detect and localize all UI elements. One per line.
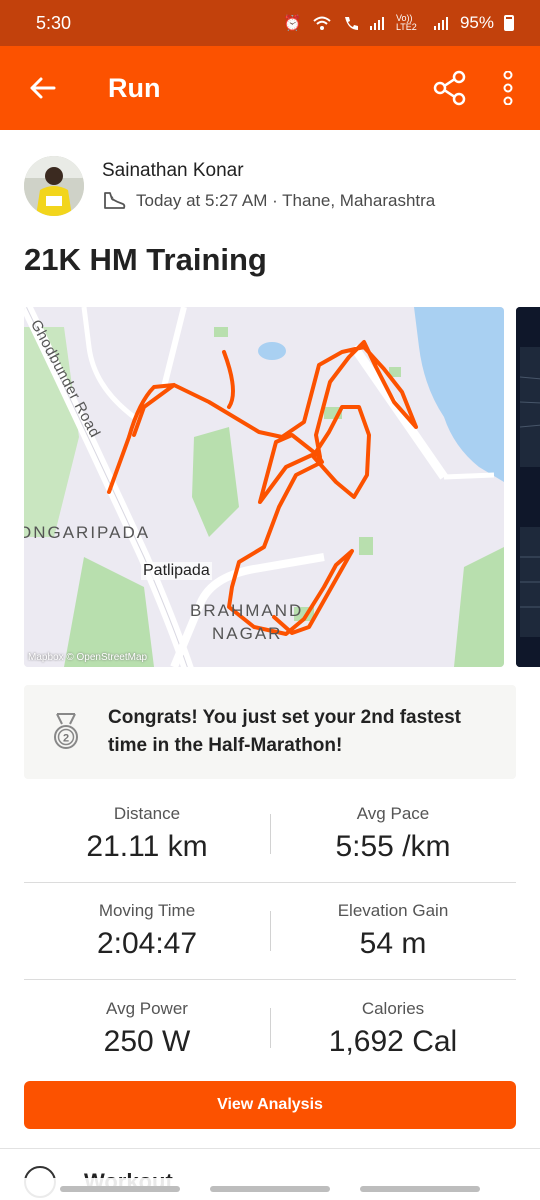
stat-value: 5:55 /km	[335, 830, 451, 863]
share-icon	[433, 70, 466, 106]
stats-row: Distance 21.11 km Avg Pace 5:55 /km	[24, 786, 516, 883]
back-button[interactable]	[0, 46, 84, 130]
athlete-meta: Today at 5:27 AM · Thane, Maharashtra	[102, 190, 435, 212]
stats-row: Avg Power 250 W Calories 1,692 Cal	[24, 980, 516, 1077]
achievement-banner[interactable]: 2 Congrats! You just set your 2nd fastes…	[24, 685, 516, 779]
stat-value: 21.11 km	[86, 830, 208, 863]
more-button[interactable]	[480, 46, 536, 130]
stat-label: Distance	[113, 804, 181, 823]
chart-thumbnail	[516, 307, 540, 667]
stat-divider	[270, 1008, 271, 1048]
call-icon	[344, 17, 358, 30]
stat-calories: Calories 1,692 Cal	[270, 999, 516, 1059]
medal-rank: 2	[63, 733, 69, 745]
medal-icon: 2	[54, 713, 78, 749]
network-label: Vo)) LTE2	[395, 13, 417, 32]
wifi-icon	[313, 16, 331, 30]
status-bar: 5:30 ⏰ Vo)) LTE2 95%	[0, 0, 540, 46]
stat-avg-power: Avg Power 250 W	[24, 999, 270, 1059]
stats-row: Moving Time 2:04:47 Elevation Gain 54 m	[24, 883, 516, 980]
map-label-area1: ONGARIPADA	[24, 523, 151, 542]
nav-back-handle[interactable]	[360, 1186, 480, 1192]
map-label-area3-line1: BRAHMAND	[190, 601, 304, 620]
view-analysis-button[interactable]: View Analysis	[24, 1081, 516, 1129]
stat-value: 1,692 Cal	[328, 1024, 458, 1058]
pond	[258, 342, 286, 360]
activity-title: 21K HM Training	[24, 242, 267, 277]
stat-value: 250 W	[103, 1024, 191, 1058]
signal-icon-2	[433, 17, 448, 30]
athlete-name[interactable]: Sainathan Konar	[102, 160, 435, 182]
route-map[interactable]: Ghodbunder Road ONGARIPADA Patlipada BRA…	[24, 307, 504, 667]
next-media-peek[interactable]	[516, 307, 540, 667]
stat-label: Moving Time	[98, 901, 196, 920]
battery-percent: 95%	[459, 13, 494, 32]
share-button[interactable]	[420, 46, 480, 130]
battery-icon	[504, 15, 514, 31]
signal-icon	[369, 17, 384, 30]
avatar[interactable]	[24, 156, 84, 216]
stat-distance: Distance 21.11 km	[24, 804, 270, 864]
app-bar: Run	[0, 46, 540, 130]
stat-label: Calories	[361, 998, 425, 1018]
stat-value: 54 m	[359, 927, 427, 960]
status-time: 5:30	[36, 12, 72, 33]
stat-label: Avg Pace	[356, 804, 430, 823]
stat-divider	[270, 814, 271, 854]
avatar-image	[24, 156, 84, 216]
app-actions	[420, 46, 540, 130]
athlete-header[interactable]: Sainathan Konar Today at 5:27 AM · Thane…	[24, 154, 516, 218]
page-title: Run	[108, 72, 161, 103]
stat-label: Avg Power	[106, 998, 188, 1018]
nav-recents-handle[interactable]	[60, 1186, 180, 1192]
nav-home-handle[interactable]	[210, 1186, 330, 1192]
map-credit: Mapbox © OpenStreetMap	[28, 652, 148, 663]
status-icons: ⏰ Vo)) LTE2 95%	[283, 13, 514, 33]
stat-divider	[270, 911, 271, 951]
stats-grid: Distance 21.11 km Avg Pace 5:55 /km Movi…	[24, 786, 516, 1077]
stat-elevation-gain: Elevation Gain 54 m	[270, 901, 516, 961]
arrow-left-icon	[30, 77, 56, 99]
athlete-info: Sainathan Konar Today at 5:27 AM · Thane…	[102, 160, 435, 212]
alarm-icon: ⏰	[283, 15, 302, 32]
more-vertical-icon	[503, 71, 513, 105]
map-label-area2: Patlipada	[141, 562, 212, 580]
stat-moving-time: Moving Time 2:04:47	[24, 901, 270, 961]
activity-meta-text: Today at 5:27 AM · Thane, Maharashtra	[136, 191, 436, 210]
shoe-icon	[104, 192, 126, 209]
stat-value: 2:04:47	[96, 927, 198, 960]
system-nav-bar	[0, 1178, 540, 1200]
stat-label: Elevation Gain	[337, 901, 449, 920]
stat-avg-pace: Avg Pace 5:55 /km	[270, 804, 516, 864]
map-label-area3-line2: NAGAR	[212, 624, 283, 643]
section-divider	[0, 1148, 540, 1149]
achievement-text: Congrats! You just set your 2nd fastest …	[108, 706, 461, 757]
